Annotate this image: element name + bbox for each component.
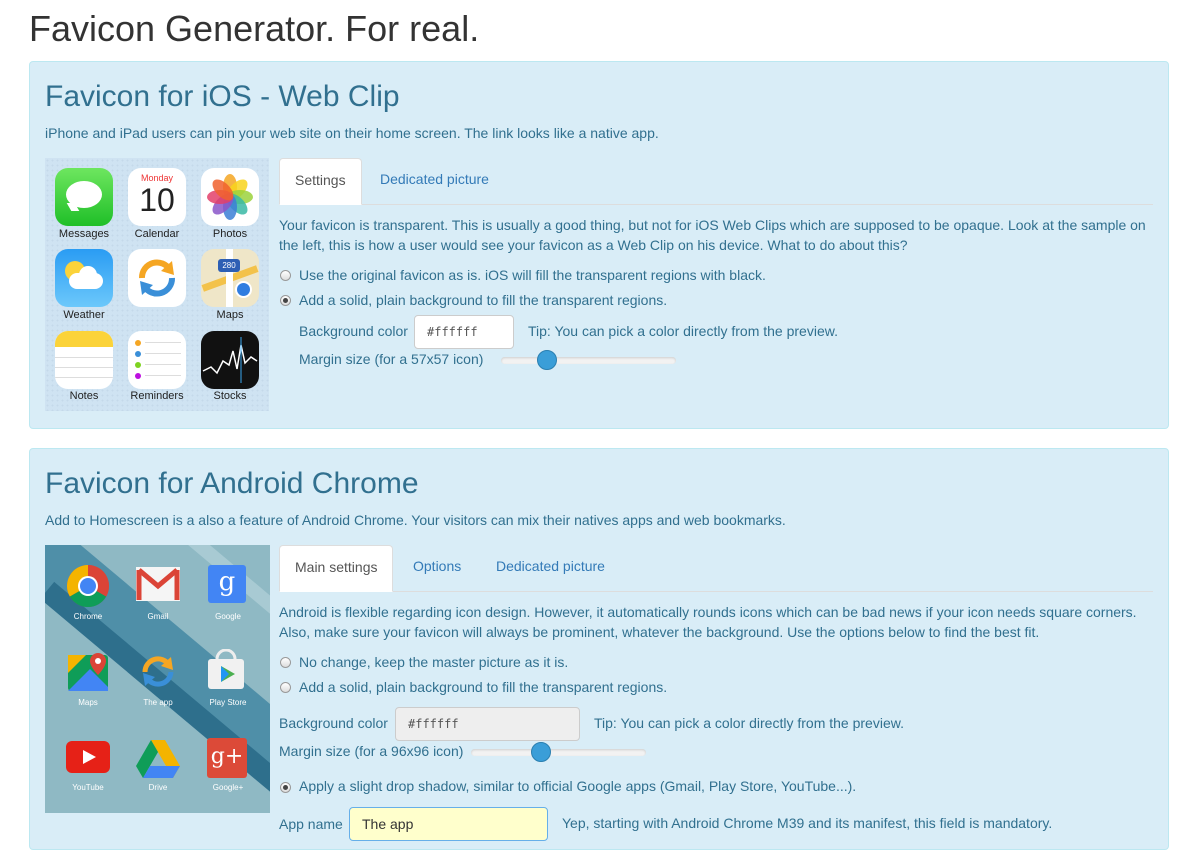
ios-original-option-label[interactable]: Use the original favicon as is. iOS will…: [299, 265, 766, 285]
ios-background-color-input[interactable]: #ffffff: [414, 315, 514, 349]
drive-label: Drive: [148, 783, 168, 792]
maps-app-icon: 280: [201, 249, 259, 307]
the-app-icon: [138, 651, 178, 691]
ios-intro-text: iPhone and iPad users can pin your web s…: [45, 125, 659, 141]
google-label: Google: [215, 612, 241, 621]
tab-android-main-settings[interactable]: Main settings: [279, 545, 394, 592]
android-app-name-note: Yep, starting with Android Chrome M39 an…: [562, 815, 1053, 831]
photos-label: Photos: [212, 228, 248, 240]
google-plus-letter: g+: [210, 744, 244, 769]
android-margin-slider[interactable]: [471, 742, 646, 762]
weather-app-icon: [55, 249, 113, 307]
android-home-screen-preview[interactable]: Chrome Gmail g Google Maps The app Play …: [45, 545, 270, 813]
android-background-option-label[interactable]: Add a solid, plain background to fill th…: [299, 677, 667, 697]
stocks-app-icon: [201, 331, 259, 389]
android-tip: Tip: You can pick a color directly from …: [594, 715, 904, 731]
ios-margin-slider[interactable]: [501, 350, 676, 370]
android-no-change-radio[interactable]: [280, 657, 291, 668]
maps-label: Maps: [78, 698, 98, 707]
ios-description: Your favicon is transparent. This is usu…: [279, 217, 1146, 253]
drive-icon: [136, 738, 180, 782]
android-background-color-label: Background color: [279, 715, 388, 731]
android-background-color-input[interactable]: #ffffff: [395, 707, 580, 741]
tab-android-dedicated-picture[interactable]: Dedicated picture: [481, 545, 620, 590]
youtube-icon: [66, 741, 110, 773]
sync-app-icon: [128, 249, 186, 307]
android-app-name-label: App name: [279, 816, 343, 832]
ios-home-screen-preview[interactable]: Messages Monday 10 Calendar Photos Weath…: [45, 158, 269, 411]
ios-original-radio[interactable]: [280, 270, 291, 281]
the-app-label: The app: [143, 698, 173, 707]
ios-background-option-label[interactable]: Add a solid, plain background to fill th…: [299, 290, 667, 310]
play-store-label: Play Store: [209, 698, 247, 707]
ios-background-radio[interactable]: [280, 295, 291, 306]
ios-tabs: Settings Dedicated picture: [279, 158, 1153, 205]
calendar-date: 10: [139, 182, 175, 218]
ios-tip: Tip: You can pick a color directly from …: [528, 323, 838, 339]
chrome-label: Chrome: [73, 612, 103, 621]
page-title: Favicon Generator. For real.: [29, 8, 480, 49]
ios-section-title: Favicon for iOS - Web Clip: [45, 80, 400, 113]
notes-label: Notes: [69, 390, 99, 402]
ios-background-color-label: Background color: [299, 323, 408, 339]
weather-label: Weather: [63, 309, 105, 321]
tab-android-options[interactable]: Options: [398, 545, 476, 590]
android-description: Android is flexible regarding icon desig…: [279, 604, 1137, 640]
ios-panel: Favicon for iOS - Web Clip iPhone and iP…: [29, 61, 1169, 429]
ios-margin-slider-handle[interactable]: [536, 350, 557, 370]
maps-label: Maps: [216, 309, 244, 321]
photos-app-icon: [201, 168, 259, 226]
messages-app-icon: [55, 168, 113, 226]
android-panel: Favicon for Android Chrome Add to Homesc…: [29, 448, 1169, 850]
notes-app-icon: [55, 331, 113, 389]
reminders-app-icon: [128, 331, 186, 389]
google-search-icon: g: [208, 565, 246, 603]
tab-ios-settings[interactable]: Settings: [279, 158, 362, 205]
android-app-name-input[interactable]: The app: [349, 807, 548, 841]
android-tabs: Main settings Options Dedicated picture: [279, 545, 1153, 592]
google-plus-label: Google+: [212, 783, 244, 792]
tab-ios-dedicated-picture[interactable]: Dedicated picture: [365, 158, 504, 203]
android-background-radio[interactable]: [280, 682, 291, 693]
android-shadow-option-label[interactable]: Apply a slight drop shadow, similar to o…: [299, 776, 856, 796]
android-no-change-option-label[interactable]: No change, keep the master picture as it…: [299, 652, 568, 672]
play-store-icon: [205, 648, 247, 691]
gmail-icon: [136, 567, 180, 601]
android-margin-label: Margin size (for a 96x96 icon): [279, 743, 464, 759]
android-section-title: Favicon for Android Chrome: [45, 467, 419, 500]
ios-margin-label: Margin size (for a 57x57 icon): [299, 351, 484, 367]
android-intro-text: Add to Homescreen is a also a feature of…: [45, 512, 786, 528]
chrome-icon: [66, 564, 110, 608]
google-letter: g: [218, 567, 236, 597]
android-margin-slider-handle[interactable]: [531, 742, 551, 762]
gmail-label: Gmail: [147, 612, 169, 621]
calendar-label: Calendar: [134, 228, 180, 240]
android-shadow-radio[interactable]: [280, 782, 291, 793]
messages-label: Messages: [58, 228, 110, 240]
stocks-label: Stocks: [213, 390, 247, 402]
interstate-shield-icon: 280: [218, 259, 240, 272]
youtube-label: YouTube: [72, 783, 104, 792]
google-maps-icon: [68, 651, 108, 691]
reminders-label: Reminders: [130, 390, 184, 402]
google-plus-icon: g+: [207, 738, 247, 778]
calendar-app-icon: Monday 10: [128, 168, 186, 226]
